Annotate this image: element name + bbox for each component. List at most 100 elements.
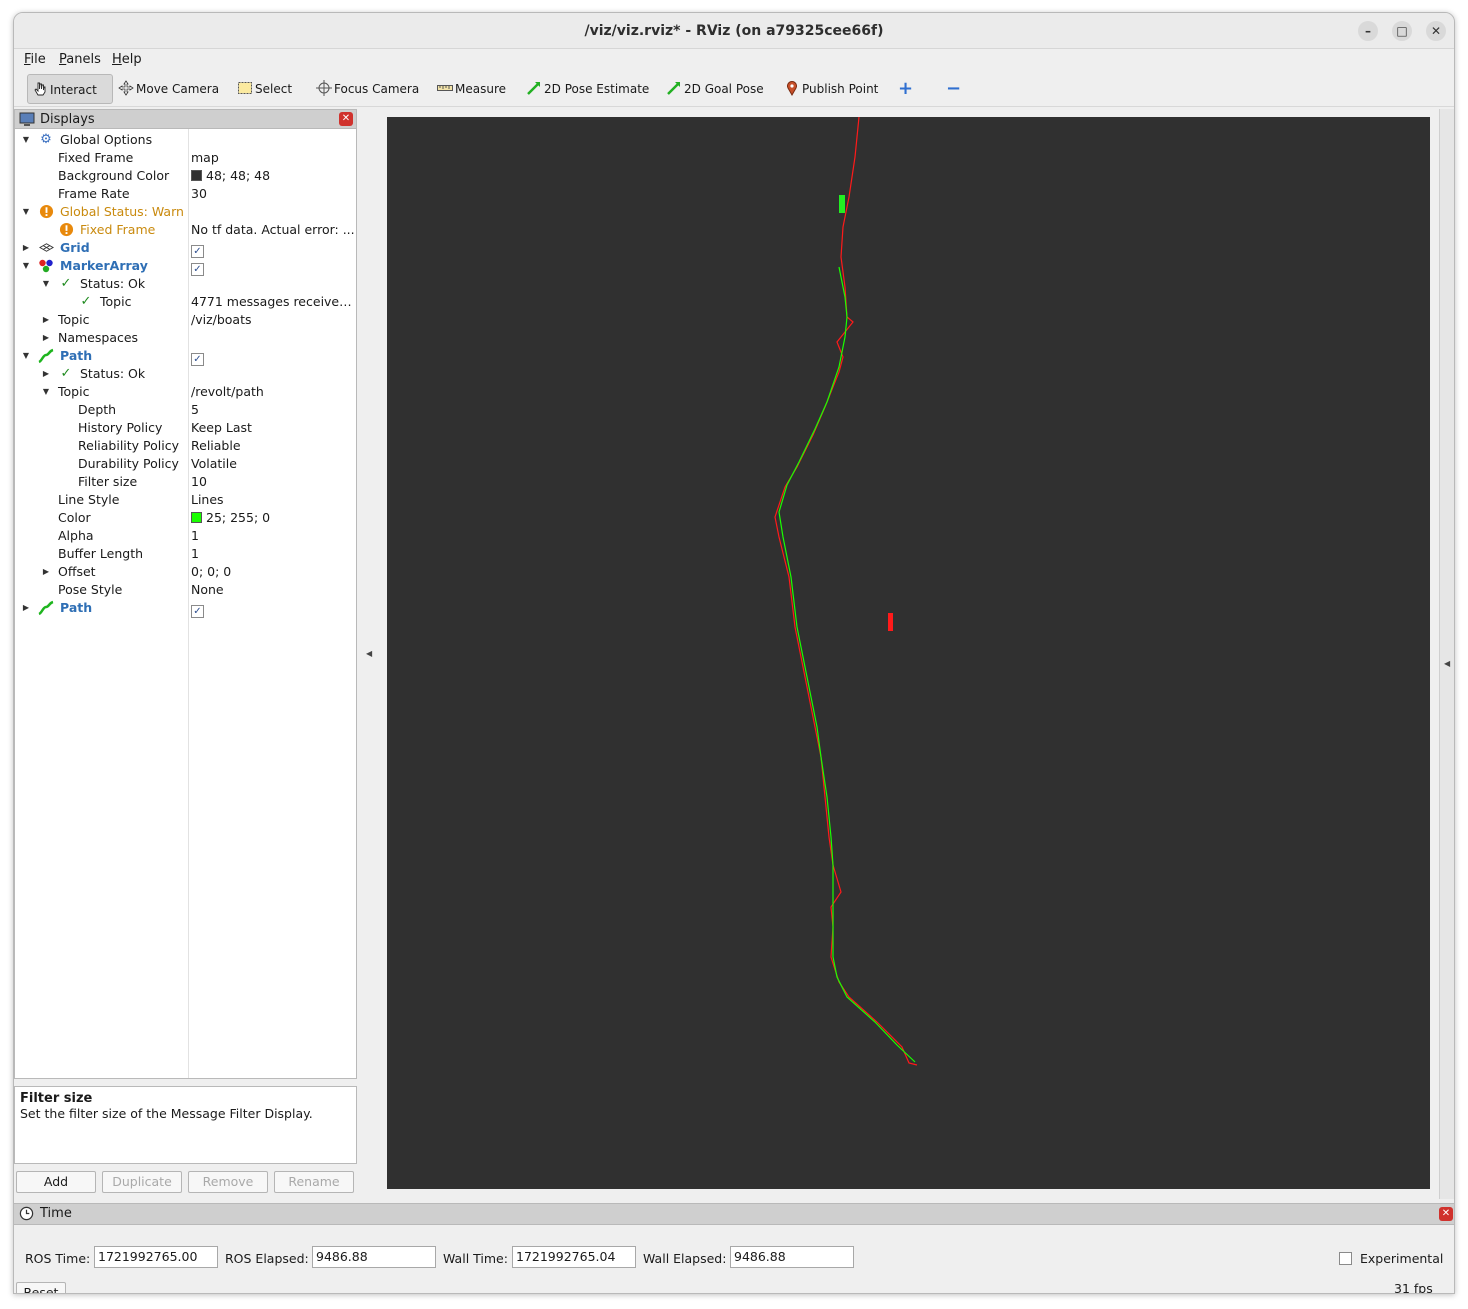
tree-row-pose-style[interactable]: Pose Style None <box>15 581 356 599</box>
remove-tool-button[interactable]: − <box>942 74 964 104</box>
expand-arrow-icon[interactable]: ▼ <box>21 131 31 149</box>
close-icon[interactable]: ✕ <box>339 112 353 126</box>
select-tool[interactable]: Select <box>233 74 292 104</box>
wall-elapsed-field[interactable]: 9486.88 <box>730 1246 854 1268</box>
menu-panels[interactable]: Panels <box>59 52 101 67</box>
warning-icon <box>38 204 54 220</box>
tool-bar: Interact Move Camera Select Focus Camera… <box>14 71 1454 107</box>
title-bar: /viz/viz.rviz* - RViz (on a79325cee66f) … <box>14 13 1454 49</box>
path-2-checkbox[interactable]: ✓ <box>191 605 204 618</box>
tree-row-filter-size[interactable]: Filter size 10 <box>15 473 356 491</box>
add-button[interactable]: Add <box>16 1171 96 1193</box>
tree-row-durability-policy[interactable]: Durability Policy Volatile <box>15 455 356 473</box>
color-swatch <box>191 170 202 181</box>
warning-icon <box>58 222 74 238</box>
focus-camera-label: Focus Camera <box>334 82 420 96</box>
tree-row-frame-rate[interactable]: Frame Rate 30 <box>15 185 356 203</box>
goal-pose-label: 2D Goal Pose <box>684 82 764 96</box>
goal-pose-tool[interactable]: 2D Goal Pose <box>662 74 764 104</box>
wall-time-label: Wall Time: <box>443 1251 508 1266</box>
minimize-button[interactable]: – <box>1358 21 1378 41</box>
pose-estimate-label: 2D Pose Estimate <box>544 82 650 96</box>
duplicate-button[interactable]: Duplicate <box>102 1171 182 1193</box>
collapse-arrow-icon[interactable]: ▶ <box>21 599 31 617</box>
expand-arrow-icon[interactable]: ▼ <box>41 383 51 401</box>
tree-row-markerarray-topic-status[interactable]: ✓ Topic 4771 messages received... <box>15 293 356 311</box>
pose-estimate-tool[interactable]: 2D Pose Estimate <box>522 74 649 104</box>
remove-button[interactable]: Remove <box>188 1171 268 1193</box>
measure-tool[interactable]: Measure <box>433 74 506 104</box>
tree-row-reliability-policy[interactable]: Reliability Policy Reliable <box>15 437 356 455</box>
hand-icon <box>32 78 48 96</box>
collapse-arrow-icon[interactable]: ▶ <box>41 311 51 329</box>
experimental-box[interactable] <box>1339 1252 1352 1265</box>
green-arrow-icon <box>666 77 682 95</box>
tree-row-fixed-frame-status[interactable]: Fixed Frame No tf data. Actual error: ..… <box>15 221 356 239</box>
reset-button[interactable]: Reset <box>16 1282 66 1293</box>
focus-camera-icon <box>316 77 332 96</box>
checkmark-icon: ✓ <box>60 366 72 381</box>
collapse-left-icon[interactable]: ◀ <box>366 649 372 658</box>
tree-row-markerarray[interactable]: ▼ MarkerArray ✓ <box>15 257 356 276</box>
tree-row-depth[interactable]: Depth 5 <box>15 401 356 419</box>
wall-time-field[interactable]: 1721992765.04 <box>512 1246 636 1268</box>
tree-row-path[interactable]: ▼ Path ✓ <box>15 347 356 366</box>
publish-point-tool[interactable]: Publish Point <box>780 74 878 104</box>
select-label: Select <box>255 82 293 96</box>
tree-row-global-options[interactable]: ▼ ⚙ Global Options <box>15 131 356 149</box>
render-viewport[interactable] <box>387 116 1430 1189</box>
collapse-arrow-icon[interactable]: ▶ <box>41 329 51 347</box>
checkmark-icon: ✓ <box>80 294 92 309</box>
expand-arrow-icon[interactable]: ▼ <box>21 257 31 275</box>
tree-row-path-status[interactable]: ▶ ✓ Status: Ok <box>15 365 356 383</box>
ros-elapsed-field[interactable]: 9486.88 <box>312 1246 436 1268</box>
menu-help[interactable]: Help <box>112 52 142 67</box>
tree-row-path-2[interactable]: ▶ Path ✓ <box>15 599 356 618</box>
expand-right-icon[interactable]: ◀ <box>1444 659 1450 668</box>
move-camera-icon <box>118 77 134 96</box>
collapse-arrow-icon[interactable]: ▶ <box>41 365 51 383</box>
grid-icon <box>38 240 54 256</box>
tree-row-global-status[interactable]: ▼ Global Status: Warn <box>15 203 356 221</box>
add-tool-button[interactable]: + <box>894 74 916 104</box>
tree-row-color[interactable]: Color 25; 255; 0 <box>15 509 356 527</box>
maximize-button[interactable]: □ <box>1392 21 1412 41</box>
left-splitter[interactable]: ◀ <box>362 109 378 1199</box>
expand-arrow-icon[interactable]: ▼ <box>41 275 51 293</box>
tree-row-background-color[interactable]: Background Color 48; 48; 48 <box>15 167 356 185</box>
interact-label: Interact <box>50 83 97 97</box>
tree-row-alpha[interactable]: Alpha 1 <box>15 527 356 545</box>
path-red-trajectory <box>774 116 918 1066</box>
focus-camera-tool[interactable]: Focus Camera <box>312 74 419 104</box>
display-tree: ▼ ⚙ Global Options Fixed Frame map Backg… <box>14 129 357 1079</box>
wall-elapsed-label: Wall Elapsed: <box>643 1251 727 1266</box>
expand-arrow-icon[interactable]: ▼ <box>21 347 31 365</box>
tree-row-buffer-length[interactable]: Buffer Length 1 <box>15 545 356 563</box>
interact-tool[interactable]: Interact <box>27 74 113 104</box>
green-arrow-icon <box>526 77 542 95</box>
ros-time-field[interactable]: 1721992765.00 <box>94 1246 218 1268</box>
tree-row-markerarray-topic[interactable]: ▶ Topic /viz/boats <box>15 311 356 329</box>
collapse-arrow-icon[interactable]: ▶ <box>41 563 51 581</box>
move-camera-tool[interactable]: Move Camera <box>114 74 219 104</box>
tree-row-namespaces[interactable]: ▶ Namespaces <box>15 329 356 347</box>
checkmark-icon: ✓ <box>60 276 72 291</box>
tree-row-fixed-frame[interactable]: Fixed Frame map <box>15 149 356 167</box>
tree-row-markerarray-status[interactable]: ▼ ✓ Status: Ok <box>15 275 356 293</box>
expand-arrow-icon[interactable]: ▼ <box>21 203 31 221</box>
tree-row-grid[interactable]: ▶ Grid ✓ <box>15 239 356 258</box>
menu-file[interactable]: File <box>24 52 46 67</box>
collapse-arrow-icon[interactable]: ▶ <box>21 239 31 257</box>
experimental-checkbox[interactable]: Experimental <box>1339 1251 1443 1266</box>
menu-bar: File Panels Help <box>14 49 1454 71</box>
move-camera-label: Move Camera <box>136 82 220 96</box>
boat-marker-red <box>888 613 893 631</box>
tree-row-history-policy[interactable]: History Policy Keep Last <box>15 419 356 437</box>
close-icon[interactable]: ✕ <box>1439 1207 1453 1221</box>
tree-row-line-style[interactable]: Line Style Lines <box>15 491 356 509</box>
right-dock-splitter[interactable]: ◀ <box>1439 109 1454 1199</box>
tree-row-path-topic[interactable]: ▼ Topic /revolt/path <box>15 383 356 401</box>
close-button[interactable]: ✕ <box>1426 21 1446 41</box>
rename-button[interactable]: Rename <box>274 1171 354 1193</box>
tree-row-offset[interactable]: ▶ Offset 0; 0; 0 <box>15 563 356 581</box>
